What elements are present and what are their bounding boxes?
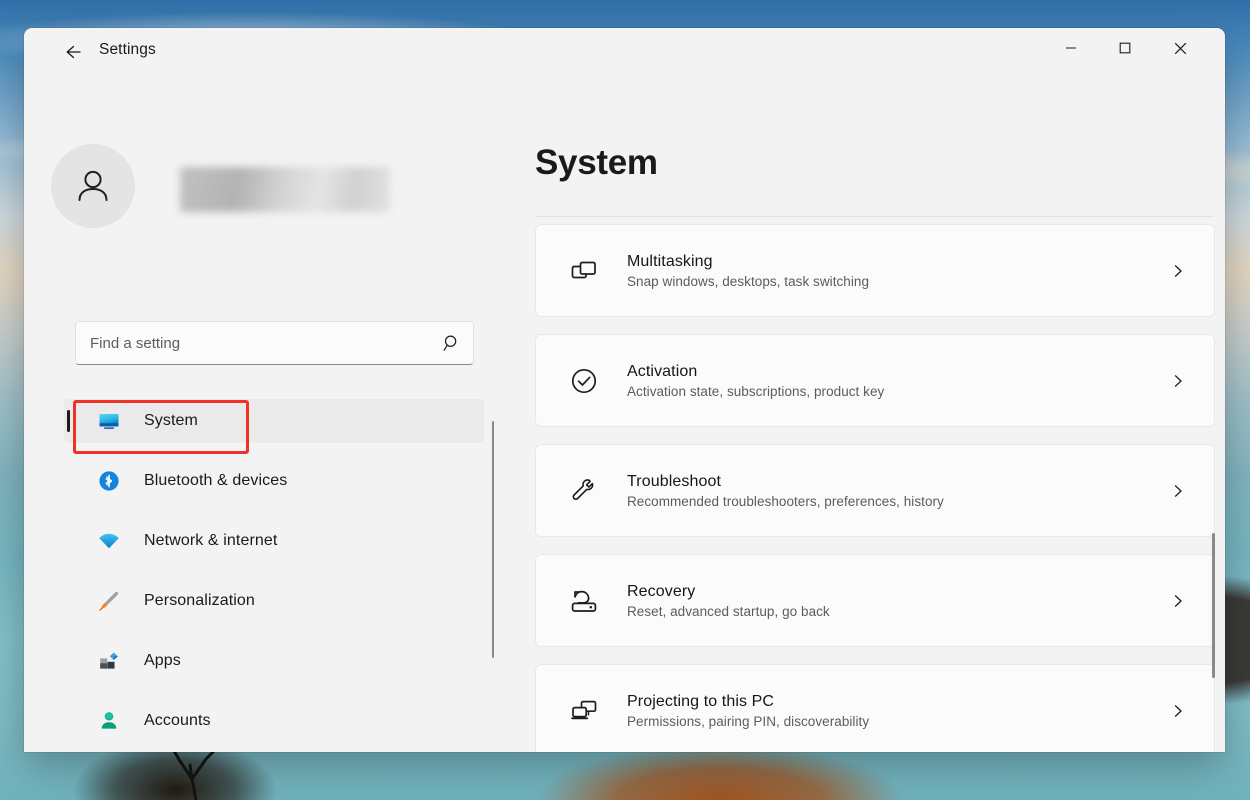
card-title: Activation xyxy=(627,362,698,380)
minimize-button[interactable] xyxy=(1048,28,1094,68)
card-subtitle: Recommended troubleshooters, preferences… xyxy=(627,493,944,509)
card-text: Activation Activation state, subscriptio… xyxy=(627,363,1158,399)
navigation-list: System Bluetooth & devices Network & int… xyxy=(64,399,484,752)
app-title: Settings xyxy=(99,41,156,58)
card-subtitle: Reset, advanced startup, go back xyxy=(627,603,830,619)
troubleshoot-wrench-icon xyxy=(568,475,600,507)
search-box[interactable] xyxy=(75,321,474,365)
content-scrollbar-thumb[interactable] xyxy=(1212,533,1215,678)
person-avatar-icon xyxy=(78,170,108,201)
chevron-right-icon[interactable] xyxy=(1158,361,1198,401)
settings-card-projecting[interactable]: Projecting to this PC Permissions, pairi… xyxy=(535,664,1215,752)
card-title: Multitasking xyxy=(627,252,713,270)
sidebar-item-label: Personalization xyxy=(144,592,255,609)
sidebar-item-bluetooth-devices[interactable]: Bluetooth & devices xyxy=(64,459,484,503)
chevron-right-icon[interactable] xyxy=(1158,691,1198,731)
maximize-icon xyxy=(1119,42,1131,54)
card-text: Recovery Reset, advanced startup, go bac… xyxy=(627,583,1158,619)
sidebar-item-system[interactable]: System xyxy=(64,399,484,443)
card-subtitle: Snap windows, desktops, task switching xyxy=(627,273,870,289)
card-title: Troubleshoot xyxy=(627,472,721,490)
sidebar: System Bluetooth & devices xyxy=(24,76,495,752)
settings-card-troubleshoot[interactable]: Troubleshoot Recommended troubleshooters… xyxy=(535,444,1215,537)
chevron-right-icon[interactable] xyxy=(1158,581,1198,621)
settings-card-multitasking[interactable]: Multitasking Snap windows, desktops, tas… xyxy=(535,224,1215,317)
title-divider xyxy=(535,216,1214,217)
search-button[interactable] xyxy=(431,322,473,364)
settings-card-list: Multitasking Snap windows, desktops, tas… xyxy=(535,224,1217,752)
page-title: System xyxy=(535,143,658,182)
sidebar-item-network-internet[interactable]: Network & internet xyxy=(64,519,484,563)
chevron-right-icon[interactable] xyxy=(1158,471,1198,511)
chevron-right-icon[interactable] xyxy=(1158,251,1198,291)
avatar[interactable] xyxy=(51,144,135,228)
card-text: Multitasking Snap windows, desktops, tas… xyxy=(627,253,1158,289)
paintbrush-icon xyxy=(96,588,122,614)
settings-card-activation[interactable]: Activation Activation state, subscriptio… xyxy=(535,334,1215,427)
card-title: Recovery xyxy=(627,582,696,600)
sidebar-item-label: Accounts xyxy=(144,712,211,729)
sidebar-item-personalization[interactable]: Personalization xyxy=(64,579,484,623)
activation-check-circle-icon xyxy=(568,365,600,397)
card-subtitle: Activation state, subscriptions, product… xyxy=(627,383,885,399)
content-scrollbar[interactable] xyxy=(1208,516,1220,752)
settings-card-recovery[interactable]: Recovery Reset, advanced startup, go bac… xyxy=(535,554,1215,647)
sidebar-item-label: System xyxy=(144,412,198,429)
card-subtitle: Permissions, pairing PIN, discoverabilit… xyxy=(627,713,870,729)
selection-indicator xyxy=(67,410,70,432)
sidebar-item-apps[interactable]: Apps xyxy=(64,639,484,683)
multitasking-windows-icon xyxy=(568,255,600,287)
accounts-person-icon xyxy=(96,708,122,734)
settings-window: Settings Find a setting System Bluetooth… xyxy=(24,28,1225,752)
profile-section[interactable] xyxy=(51,144,471,228)
tree-branch-silhouette xyxy=(172,747,218,800)
sidebar-item-label: Network & internet xyxy=(144,532,278,549)
card-title: Projecting to this PC xyxy=(627,692,775,710)
title-bar: Settings xyxy=(24,28,1225,76)
sidebar-item-label: Apps xyxy=(144,652,181,669)
maximize-button[interactable] xyxy=(1102,28,1148,68)
minimize-icon xyxy=(1066,47,1076,49)
wifi-icon xyxy=(96,528,122,554)
system-monitor-icon xyxy=(96,408,122,434)
sidebar-item-accounts[interactable]: Accounts xyxy=(64,699,484,743)
close-icon xyxy=(1174,42,1186,54)
search-icon xyxy=(443,335,457,351)
back-button[interactable] xyxy=(48,36,96,68)
bluetooth-icon xyxy=(96,468,122,494)
apps-blocks-icon xyxy=(96,648,122,674)
main-content: System Multitasking Snap windows, deskto… xyxy=(494,76,1225,752)
projecting-laptop-monitor-icon xyxy=(568,695,600,727)
close-button[interactable] xyxy=(1157,28,1203,68)
search-input[interactable] xyxy=(76,334,431,352)
arrow-left-icon xyxy=(66,45,81,59)
profile-name-redacted xyxy=(180,167,390,212)
card-text: Projecting to this PC Permissions, pairi… xyxy=(627,693,1158,729)
sidebar-item-label: Bluetooth & devices xyxy=(144,472,288,489)
recovery-drive-arrow-icon xyxy=(568,585,600,617)
card-text: Troubleshoot Recommended troubleshooters… xyxy=(627,473,1158,509)
desktop-background: Settings Find a setting System Bluetooth… xyxy=(0,0,1250,800)
